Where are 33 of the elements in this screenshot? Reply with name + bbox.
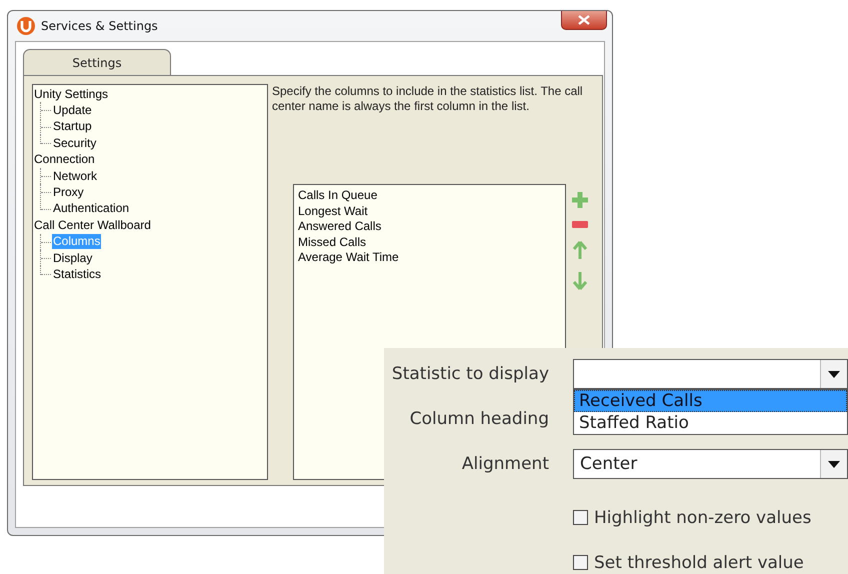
dropdown-field[interactable]: [573, 359, 848, 389]
tree-item[interactable]: Statistics: [52, 266, 102, 282]
checkbox-label: Highlight non-zero values: [594, 508, 812, 528]
tree-item[interactable]: Unity Settings: [33, 86, 110, 102]
checkbox[interactable]: [573, 510, 588, 525]
tree-item[interactable]: Display: [52, 250, 94, 266]
list-item[interactable]: Average Wait Time: [298, 250, 561, 266]
list-item[interactable]: Answered Calls: [298, 219, 561, 234]
list-item[interactable]: Longest Wait: [298, 204, 561, 219]
list-item[interactable]: Calls In Queue: [298, 188, 561, 204]
tree-item[interactable]: Proxy: [52, 185, 85, 200]
list-item[interactable]: Missed Calls: [298, 234, 561, 250]
window-title: Services & Settings: [41, 19, 158, 33]
description-text: Specify the columns to include in the statistics list. The call center name is always the first column in the list.: [272, 84, 584, 115]
tree-item[interactable]: Startup: [52, 119, 93, 134]
checkbox[interactable]: [573, 555, 588, 570]
field-label: Alignment: [460, 453, 549, 476]
tree-item[interactable]: Security: [52, 136, 98, 151]
field-label: Column heading: [408, 408, 549, 431]
tree-item[interactable]: Network: [52, 168, 98, 184]
tree-item[interactable]: Call Center Wallboard: [33, 218, 152, 233]
close-button[interactable]: [561, 11, 607, 30]
tree-item[interactable]: Authentication: [52, 201, 130, 216]
close-icon: [578, 15, 590, 25]
dropdown-option[interactable]: Received Calls: [574, 390, 847, 412]
tree-item[interactable]: Update: [52, 103, 93, 118]
dropdown-field[interactable]: Center: [573, 449, 848, 479]
app-logo-icon: [17, 17, 35, 35]
settings-tab[interactable]: Settings: [23, 49, 171, 75]
dropdown-option[interactable]: Staffed Ratio: [574, 412, 847, 434]
field-label: Statistic to display: [390, 363, 549, 386]
checkbox-label: Set threshold alert value: [594, 552, 804, 572]
tree-item[interactable]: Connection: [33, 152, 96, 168]
